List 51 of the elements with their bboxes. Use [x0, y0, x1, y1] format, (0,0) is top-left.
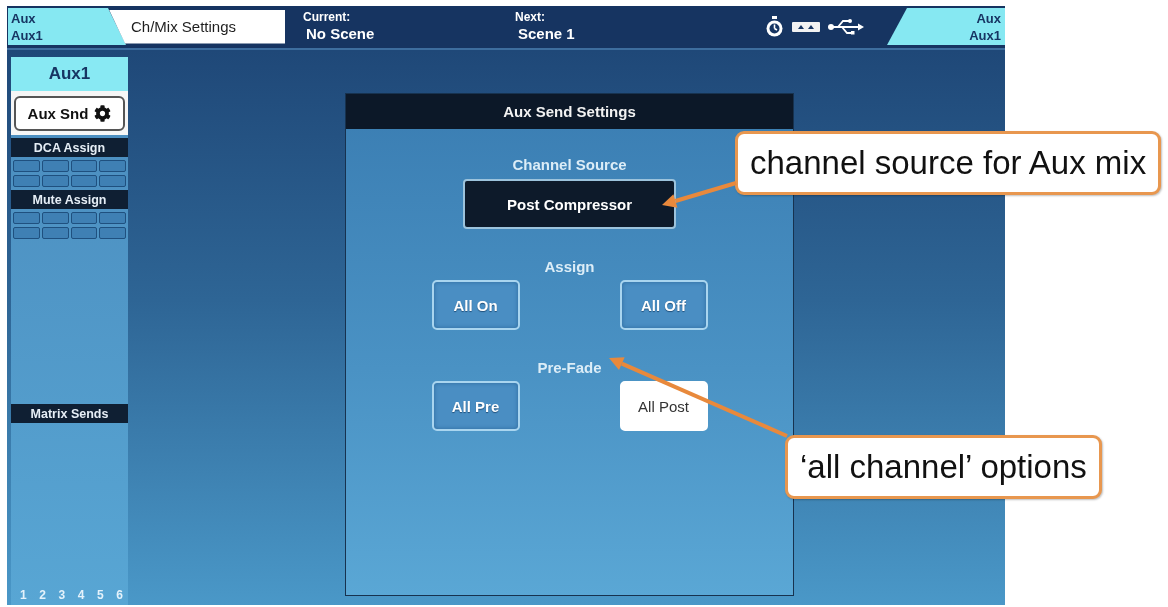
matrix-send-number: 2 [39, 588, 46, 602]
scene-label: Current: [303, 10, 352, 25]
assign-button[interactable] [99, 175, 126, 187]
assign-button[interactable] [70, 160, 98, 172]
assign-button[interactable] [13, 212, 40, 224]
strip-header: Aux1 [11, 57, 128, 91]
matrix-send-number: 4 [77, 588, 85, 602]
aux-send-button[interactable]: Aux Snd [14, 96, 125, 131]
assign-button[interactable] [99, 227, 126, 239]
option-button[interactable]: All On [431, 280, 520, 330]
section-title: Matrix Sends [11, 404, 128, 423]
option-button[interactable]: All Post [619, 381, 708, 431]
matrix-send-number: 1 [20, 588, 27, 602]
callout-label: ‘all channel’ options [785, 435, 1102, 499]
mix-type-label: Aux [11, 9, 36, 27]
card-icon [792, 21, 820, 32]
channel-source-dropdown[interactable]: Post Compressor [463, 179, 676, 229]
assign-button[interactable] [41, 227, 69, 239]
group-label: Channel Source [512, 156, 627, 173]
assign-button[interactable] [70, 212, 98, 224]
group-label: Pre-Fade [537, 359, 602, 376]
settings-tab[interactable]: Ch/Mix Settings [109, 9, 285, 44]
scene-label: Next: [515, 10, 546, 25]
assign-button[interactable] [13, 160, 40, 172]
mix-name-label: Aux1 [11, 26, 43, 44]
group-label: Assign [544, 258, 595, 275]
mix-type-label: Aux [976, 9, 1001, 27]
section-title: Mute Assign [11, 190, 128, 209]
scene-name: No Scene [305, 25, 376, 43]
gear-icon [94, 105, 112, 122]
assign-button[interactable] [13, 227, 40, 239]
option-button[interactable]: All Pre [431, 381, 520, 431]
scene-name: Scene 1 [517, 25, 575, 43]
assign-button[interactable] [70, 227, 98, 239]
stopwatch-icon [765, 15, 784, 38]
assign-button[interactable] [41, 160, 69, 172]
matrix-send-number: 5 [97, 588, 104, 602]
callout-label: channel source for Aux mix [735, 131, 1162, 195]
matrix-send-number: 6 [116, 588, 123, 602]
section-title: DCA Assign [11, 138, 128, 157]
usb-icon [828, 18, 864, 35]
assign-button[interactable] [13, 175, 40, 187]
assign-button[interactable] [70, 175, 98, 187]
option-button[interactable]: All Off [619, 280, 708, 330]
assign-button[interactable] [99, 212, 126, 224]
assign-button[interactable] [99, 160, 126, 172]
mix-name-label: Aux1 [969, 26, 1001, 44]
dialog-title: Aux Send Settings [346, 94, 793, 129]
matrix-send-number: 3 [58, 588, 66, 602]
assign-button[interactable] [41, 175, 69, 187]
assign-button[interactable] [41, 212, 69, 224]
